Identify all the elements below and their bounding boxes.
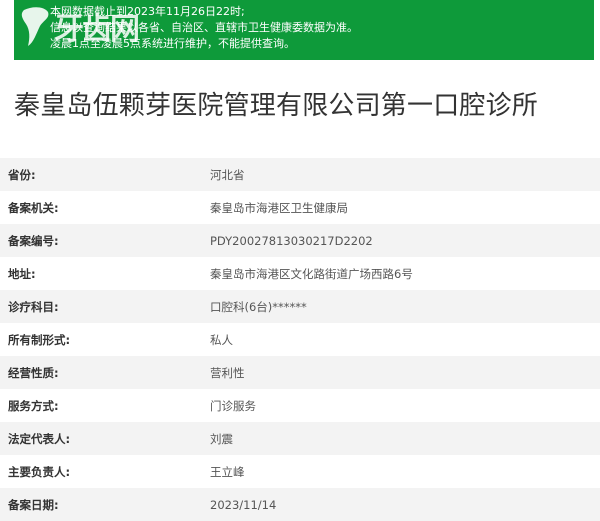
field-label: 备案编号: [8,233,59,248]
table-row: 所有制形式: 私人 [0,323,600,356]
field-label: 诊疗科目: [8,299,59,314]
field-label: 法定代表人: [8,431,71,446]
field-label: 经营性质: [8,365,59,380]
table-row: 法定代表人: 刘震 [0,422,600,455]
field-value: 秦皇岛市海港区卫生健康局 [210,200,348,215]
notice-banner: 本网数据截止到2023年11月26日22时; 信息以查询结果以各省、自治区、直辖… [14,0,594,60]
table-row: 诊疗科目: 口腔科(6台)****** [0,290,600,323]
page-title: 秦皇岛伍颗芽医院管理有限公司第一口腔诊所 [14,91,539,121]
field-label: 备案日期: [8,497,59,512]
field-label: 省份: [8,167,36,182]
table-row: 备案机关: 秦皇岛市海港区卫生健康局 [0,191,600,224]
table-row: 备案编号: PDY20027813030217D2202 [0,224,600,257]
table-row: 备案日期: 2023/11/14 [0,488,600,521]
notice-line-1: 本网数据截止到2023年11月26日22时; [50,5,245,18]
notice-line-2: 信息以查询结果以各省、自治区、直辖市卫生健康委数据为准。 [50,21,358,34]
field-label: 地址: [8,266,36,281]
table-row: 主要负责人: 王立峰 [0,455,600,488]
info-table: 省份: 河北省 备案机关: 秦皇岛市海港区卫生健康局 备案编号: PDY2002… [0,158,600,521]
field-label: 主要负责人: [8,464,71,479]
field-label: 备案机关: [8,200,59,215]
field-value: 门诊服务 [210,398,256,413]
field-label: 服务方式: [8,398,59,413]
table-row: 经营性质: 营利性 [0,356,600,389]
field-value: 王立峰 [210,464,245,479]
field-value: 私人 [210,332,233,347]
field-value: PDY20027813030217D2202 [210,233,373,248]
field-value: 口腔科(6台)****** [210,299,307,314]
field-value: 河北省 [210,167,245,182]
table-row: 省份: 河北省 [0,158,600,191]
field-value: 刘震 [210,431,233,446]
table-row: 服务方式: 门诊服务 [0,389,600,422]
field-value: 秦皇岛市海港区文化路街道广场西路6号 [210,266,413,281]
field-value: 2023/11/14 [210,497,277,512]
table-row: 地址: 秦皇岛市海港区文化路街道广场西路6号 [0,257,600,290]
field-value: 营利性 [210,365,245,380]
field-label: 所有制形式: [8,332,71,347]
notice-line-3: 凌晨1点至凌晨5点系统进行维护，不能提供查询。 [50,37,295,50]
